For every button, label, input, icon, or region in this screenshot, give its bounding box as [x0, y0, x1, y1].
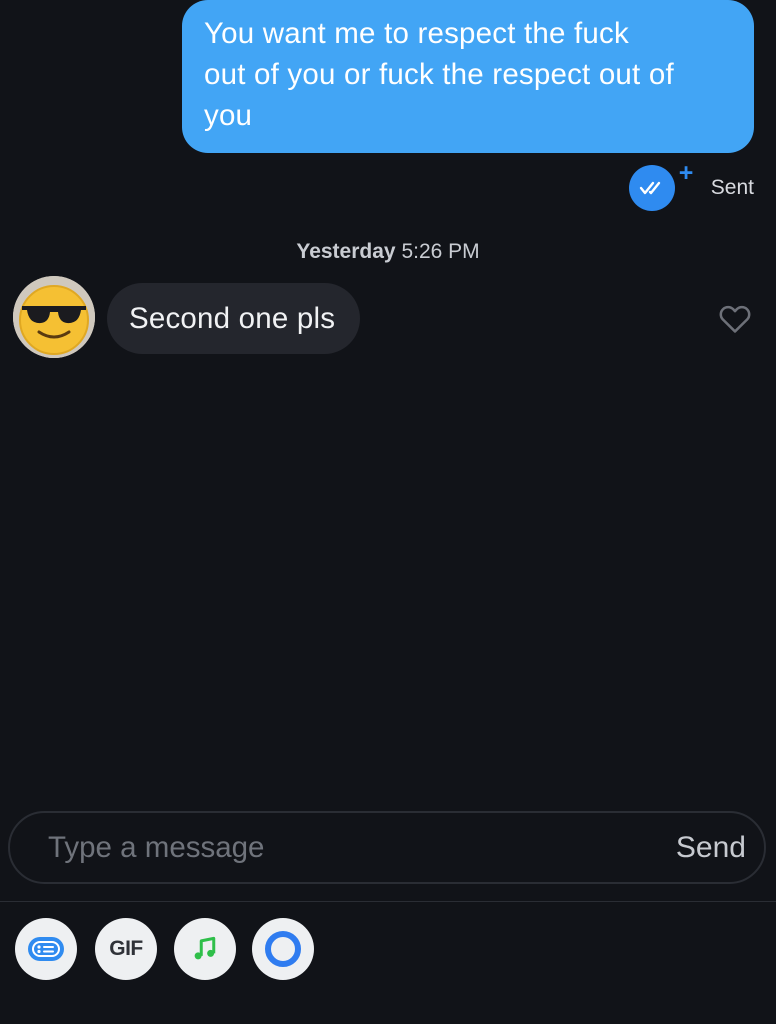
chat-screen: You want me to respect the fuck out of y… — [0, 0, 776, 1024]
ring-button[interactable] — [252, 918, 314, 980]
sticker-button[interactable] — [15, 918, 77, 980]
double-check-glyph — [639, 181, 660, 195]
outgoing-message-line: out of you or fuck the respect out of — [204, 58, 674, 91]
timestamp-day: Yesterday — [296, 240, 396, 263]
outgoing-message-bubble[interactable]: You want me to respect the fuck out of y… — [182, 0, 754, 153]
avatar[interactable] — [13, 276, 95, 358]
message-timestamp: Yesterday 5:26 PM — [0, 240, 776, 264]
message-composer: Send — [8, 811, 766, 884]
heart-glyph — [719, 305, 751, 333]
incoming-message-bubble[interactable]: Second one pls — [107, 283, 361, 354]
message-status: + Sent — [628, 161, 754, 212]
heart-outline-icon[interactable] — [716, 299, 754, 337]
double-check-icon: + — [628, 161, 693, 211]
outgoing-message-line: you — [204, 99, 253, 132]
timestamp-time: 5:26 PM — [401, 240, 480, 263]
outgoing-message-line: You want me to respect the fuck — [204, 17, 629, 50]
ring-icon — [265, 931, 301, 967]
sunglasses-emoji-icon — [13, 276, 95, 358]
send-button[interactable]: Send — [676, 813, 746, 882]
gif-label: GIF — [109, 937, 143, 960]
music-note-icon — [194, 936, 216, 960]
music-button[interactable] — [174, 918, 236, 980]
plus-icon: + — [678, 159, 694, 187]
divider — [0, 901, 776, 902]
sticker-icon — [28, 937, 64, 961]
status-text: Sent — [710, 176, 754, 199]
message-input[interactable] — [48, 813, 608, 882]
gif-button[interactable]: GIF — [95, 918, 157, 980]
